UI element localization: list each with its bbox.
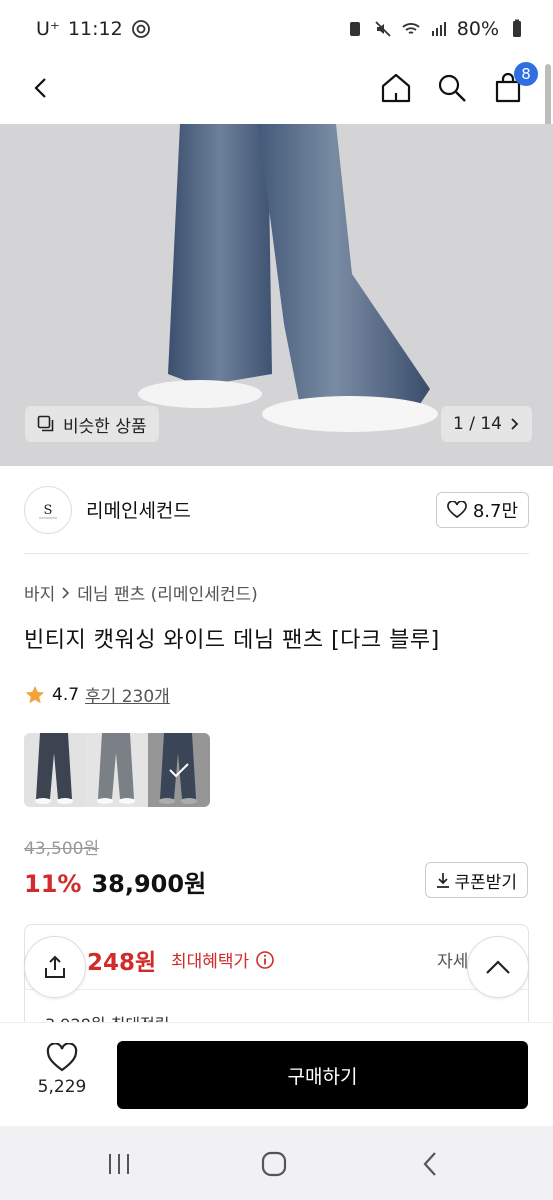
check-icon [169, 763, 189, 778]
wifi-icon [402, 23, 420, 34]
back-chevron-icon [423, 1152, 436, 1176]
status-bar: U⁺ 11:12 80% [0, 0, 553, 60]
coupon-button[interactable]: 쿠폰받기 [425, 862, 528, 898]
discount-rate: 11% [24, 870, 82, 898]
cart-count-badge: 8 [514, 62, 538, 86]
benefit-amount: 248원 [87, 950, 157, 976]
chevron-right-icon [62, 586, 70, 599]
similar-products-button[interactable]: 비슷한 상품 [25, 406, 159, 442]
color-options [24, 733, 210, 807]
breadcrumb: 바지 데님 팬츠 (리메인세컨드) [24, 580, 258, 605]
star-icon [25, 685, 45, 703]
divider [24, 553, 529, 554]
brand-like-count: 8.7만 [472, 501, 518, 522]
color-option-thumb-selected[interactable] [148, 733, 210, 807]
share-button[interactable] [24, 936, 86, 998]
brand-name[interactable]: 리메인세컨드 [86, 496, 191, 523]
brand-logo-mark: S [39, 503, 57, 519]
signal-icon [431, 22, 446, 36]
battery-percent: 80% [456, 18, 499, 40]
copy-icon [37, 415, 54, 432]
wishlist-button[interactable]: 5,229 [24, 1043, 100, 1107]
buy-button[interactable]: 구매하기 [117, 1041, 528, 1109]
home-nav-button[interactable] [252, 1146, 296, 1182]
home-icon [381, 73, 411, 103]
status-right: 80% [345, 18, 527, 40]
heart-icon [446, 501, 467, 519]
brand-like-button[interactable]: 8.7만 [435, 492, 529, 528]
battery-icon [513, 19, 521, 37]
wishlist-count: 5,229 [37, 1077, 87, 1097]
original-price: 43,500원 [24, 839, 100, 859]
chevron-up-icon [486, 960, 510, 974]
thumb-image [86, 733, 148, 807]
breadcrumb-subcategory[interactable]: 데님 팬츠 (리메인세컨드) [77, 580, 257, 605]
sale-price: 38,900원 [91, 870, 207, 898]
download-icon [437, 873, 450, 888]
heart-icon [46, 1043, 78, 1072]
benefit-label-text: 최대혜택가 [171, 952, 250, 972]
image-counter: 1 / 14 [453, 414, 502, 434]
price-row: 11% 38,900원 [24, 864, 206, 899]
info-icon[interactable] [255, 950, 275, 970]
android-nav-bar [0, 1126, 553, 1200]
at-sign-icon [131, 20, 150, 38]
top-nav: 8 [0, 60, 553, 124]
chevron-right-icon [511, 418, 519, 430]
status-left: U⁺ 11:12 [36, 18, 151, 40]
benefit-box[interactable]: 248원 최대혜택가 자세히 3,928원 최대적립 [24, 924, 529, 1034]
cart-button[interactable]: 8 [486, 62, 538, 110]
search-button[interactable] [430, 66, 474, 110]
rating-value: 4.7 [52, 684, 80, 705]
benefit-label: 최대혜택가 [171, 947, 275, 972]
sim-icon [349, 22, 360, 36]
divider [25, 989, 528, 990]
back-button[interactable] [20, 66, 64, 110]
bottom-action-bar: 5,229 구매하기 [0, 1022, 553, 1126]
reviews-link[interactable]: 후기 230개 [85, 682, 170, 707]
recent-apps-button[interactable] [97, 1146, 141, 1182]
carrier-label: U⁺ [36, 18, 60, 40]
brand-row[interactable]: S 리메인세컨드 8.7만 [24, 484, 529, 536]
product-title: 빈티지 캣워싱 와이드 데님 팬츠 [다크 블루] [24, 628, 440, 653]
breadcrumb-category[interactable]: 바지 [24, 580, 55, 605]
home-circle-icon [261, 1151, 287, 1177]
svg-text:S: S [44, 503, 53, 518]
similar-products-label: 비슷한 상품 [63, 416, 147, 437]
image-counter-button[interactable]: 1 / 14 [441, 406, 532, 442]
share-icon [45, 955, 65, 978]
status-time: 11:12 [67, 18, 123, 40]
coupon-label: 쿠폰받기 [454, 872, 517, 893]
scroll-top-button[interactable] [467, 936, 529, 998]
color-option-thumb[interactable] [24, 733, 86, 807]
home-button[interactable] [374, 66, 418, 110]
mute-icon [375, 21, 391, 37]
recent-apps-icon [109, 1154, 129, 1174]
system-back-button[interactable] [408, 1146, 452, 1182]
search-icon [438, 74, 466, 102]
color-option-thumb[interactable] [86, 733, 148, 807]
rating-row: 4.7 후기 230개 [24, 682, 170, 707]
back-arrow-icon [34, 78, 46, 98]
thumb-image [24, 733, 86, 807]
selected-overlay [148, 733, 210, 807]
brand-logo[interactable]: S [24, 486, 72, 534]
